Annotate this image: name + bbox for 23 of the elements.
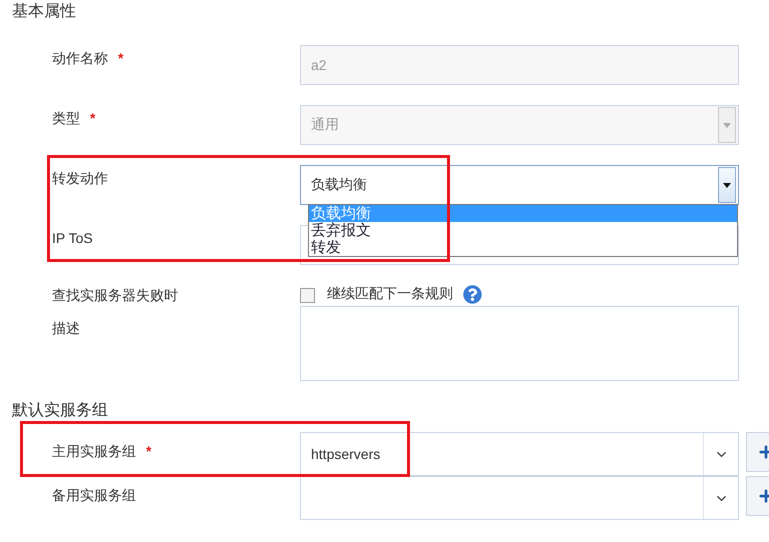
- help-icon[interactable]: [463, 285, 482, 304]
- checkbox[interactable]: [300, 288, 315, 303]
- select-field[interactable]: httpservers: [300, 432, 739, 476]
- required-asterisk: *: [146, 443, 152, 459]
- description-field[interactable]: [300, 306, 739, 381]
- field-label: IP ToS: [52, 229, 94, 247]
- dropdown-option[interactable]: 转发: [309, 239, 737, 256]
- field-label: 备用实服务组: [52, 486, 137, 504]
- dropdown-arrow-icon: [723, 122, 731, 128]
- field-label: 转发动作: [52, 169, 109, 187]
- select-field[interactable]: [300, 476, 739, 520]
- section-title: 基本属性: [12, 2, 77, 22]
- field-label: 类型 *: [52, 109, 96, 127]
- dropdown-arrow-icon: [723, 182, 731, 188]
- field-label: 动作名称 *: [52, 49, 124, 67]
- dropdown-option[interactable]: 丢弃报文: [309, 222, 737, 239]
- field-label: 描述: [52, 319, 81, 337]
- field-label: 查找实服务器失败时: [52, 286, 179, 304]
- required-asterisk: *: [118, 50, 124, 66]
- section-title: 默认实服务组: [12, 401, 109, 421]
- field-label: 主用实服务组 *: [52, 442, 152, 460]
- checkbox-label: 继续匹配下一条规则: [327, 285, 453, 303]
- required-asterisk: *: [90, 110, 96, 126]
